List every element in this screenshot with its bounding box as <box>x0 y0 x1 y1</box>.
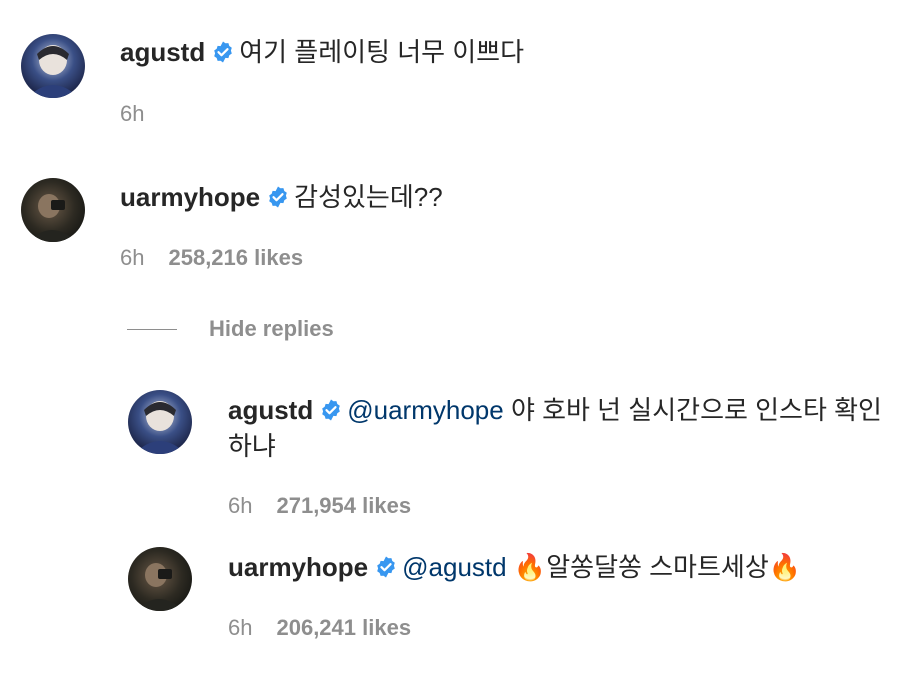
comment-username[interactable]: uarmyhope <box>120 182 260 212</box>
comment-meta: 6h 258,216 likes <box>120 245 303 271</box>
likes-count[interactable]: 258,216 likes <box>168 245 303 270</box>
comment-text: 여기 플레이팅 너무 이쁘다 <box>239 37 525 67</box>
comment-time: 6h <box>120 245 145 270</box>
comment-meta: 6h <box>120 101 144 127</box>
hide-replies-divider <box>127 328 177 330</box>
likes-count[interactable]: 271,954 likes <box>276 493 411 518</box>
reply-meta: 6h 206,241 likes <box>228 615 411 641</box>
hide-replies-toggle[interactable]: Hide replies <box>127 314 334 344</box>
avatar-agustd[interactable] <box>21 34 85 98</box>
reply-text: 🔥알쏭달쏭 스마트세상🔥 <box>513 552 802 582</box>
mention-link[interactable]: @uarmyhope <box>347 395 503 425</box>
comment-time: 6h <box>120 101 145 126</box>
comment-1: agustd 여기 플레이팅 너무 이쁘다 <box>120 34 524 70</box>
verified-badge-icon <box>266 185 290 209</box>
avatar-agustd[interactable] <box>128 390 192 454</box>
reply-1: agustd @uarmyhope 야 호바 넌 실시간으로 인스타 확인하냐 <box>228 392 898 464</box>
comment-2: uarmyhope 감성있는데?? <box>120 179 443 215</box>
verified-badge-icon <box>211 40 235 64</box>
reply-username[interactable]: agustd <box>228 395 313 425</box>
comment-username[interactable]: agustd <box>120 37 205 67</box>
avatar-uarmyhope[interactable] <box>128 547 192 611</box>
reply-meta: 6h 271,954 likes <box>228 493 411 519</box>
hide-replies-button[interactable]: Hide replies <box>209 316 334 342</box>
reply-username[interactable]: uarmyhope <box>228 552 368 582</box>
likes-count[interactable]: 206,241 likes <box>276 615 411 640</box>
reply-time: 6h <box>228 493 253 518</box>
mention-link[interactable]: @agustd <box>402 552 506 582</box>
verified-badge-icon <box>319 398 343 422</box>
avatar-uarmyhope[interactable] <box>21 178 85 242</box>
verified-badge-icon <box>374 555 398 579</box>
reply-time: 6h <box>228 615 253 640</box>
reply-2: uarmyhope @agustd 🔥알쏭달쏭 스마트세상🔥 <box>228 549 801 585</box>
comment-text: 감성있는데?? <box>294 182 443 212</box>
